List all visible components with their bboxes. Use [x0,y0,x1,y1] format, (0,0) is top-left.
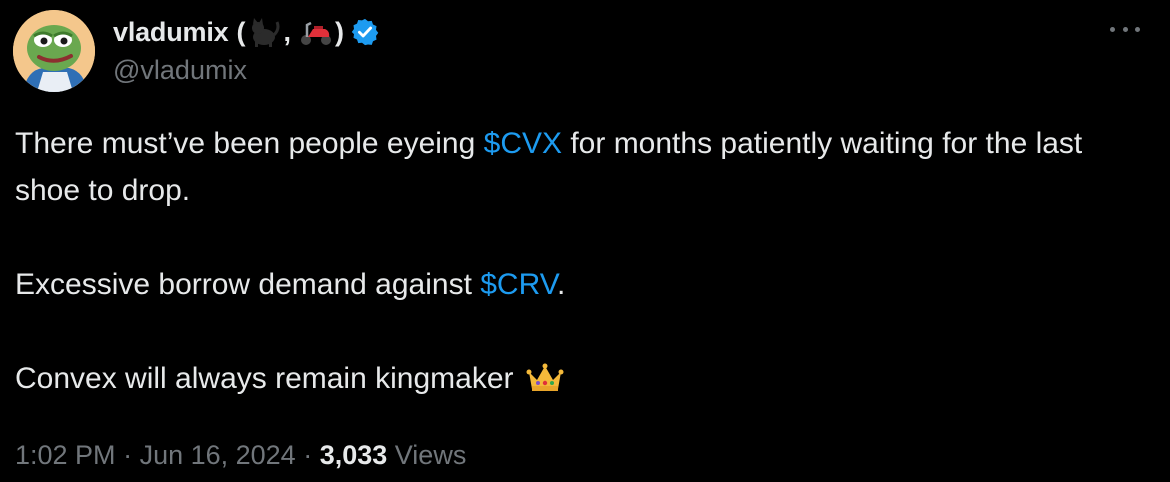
meta-separator: · [295,440,320,470]
tweet-text-segment: Excessive borrow demand against [15,268,481,301]
tweet-card: vladumix ( , ) @vladumix There must’ve b… [0,0,1170,482]
more-dot [1122,26,1128,32]
more-dot [1110,26,1115,32]
tweet-date[interactable]: Jun 16, 2024 [140,440,296,470]
crown-emoji-icon [526,363,564,391]
tweet-text-segment: Convex will always remain kingmaker [15,362,522,395]
tweet-time[interactable]: 1:02 PM [15,440,116,470]
scooter-emoji-icon [300,21,331,45]
name-paren-close: ) [334,16,344,47]
cashtag-crv-link[interactable]: $CRV [480,268,557,301]
tweet-meta: 1:02 PM · Jun 16, 2024 · 3,033 Views [15,440,466,471]
verified-badge-icon[interactable] [350,17,380,47]
cashtag-cvx-link[interactable]: $CVX [484,127,562,160]
avatar[interactable] [13,10,95,92]
author-display-name[interactable]: vladumix [113,17,229,48]
tweet-text-segment: There must’ve been people eyeing [15,127,484,160]
more-dot [1135,26,1140,32]
more-options-icon[interactable] [1110,22,1140,36]
tweet-text-segment: . [556,268,566,301]
tweet-text: There must’ve been people eyeing $CVX fo… [15,120,1155,402]
name-comma: , [283,16,291,47]
black-cat-emoji-icon [252,18,280,47]
meta-separator: · [115,440,140,470]
views-label: Views [387,440,467,470]
tweet-paragraph-3: Convex will always remain kingmaker [15,355,1155,402]
name-paren-open: ( [236,16,246,47]
author-handle[interactable]: @vladumix [113,55,247,86]
tweet-paragraph-2: Excessive borrow demand against $CRV. [15,261,1155,308]
author-name-row[interactable]: vladumix ( , ) [113,14,380,50]
tweet-paragraph-1: There must’ve been people eyeing $CVX fo… [15,120,1155,214]
views-count: 3,033 [319,440,388,470]
pepe-frog-avatar-image [13,10,95,92]
